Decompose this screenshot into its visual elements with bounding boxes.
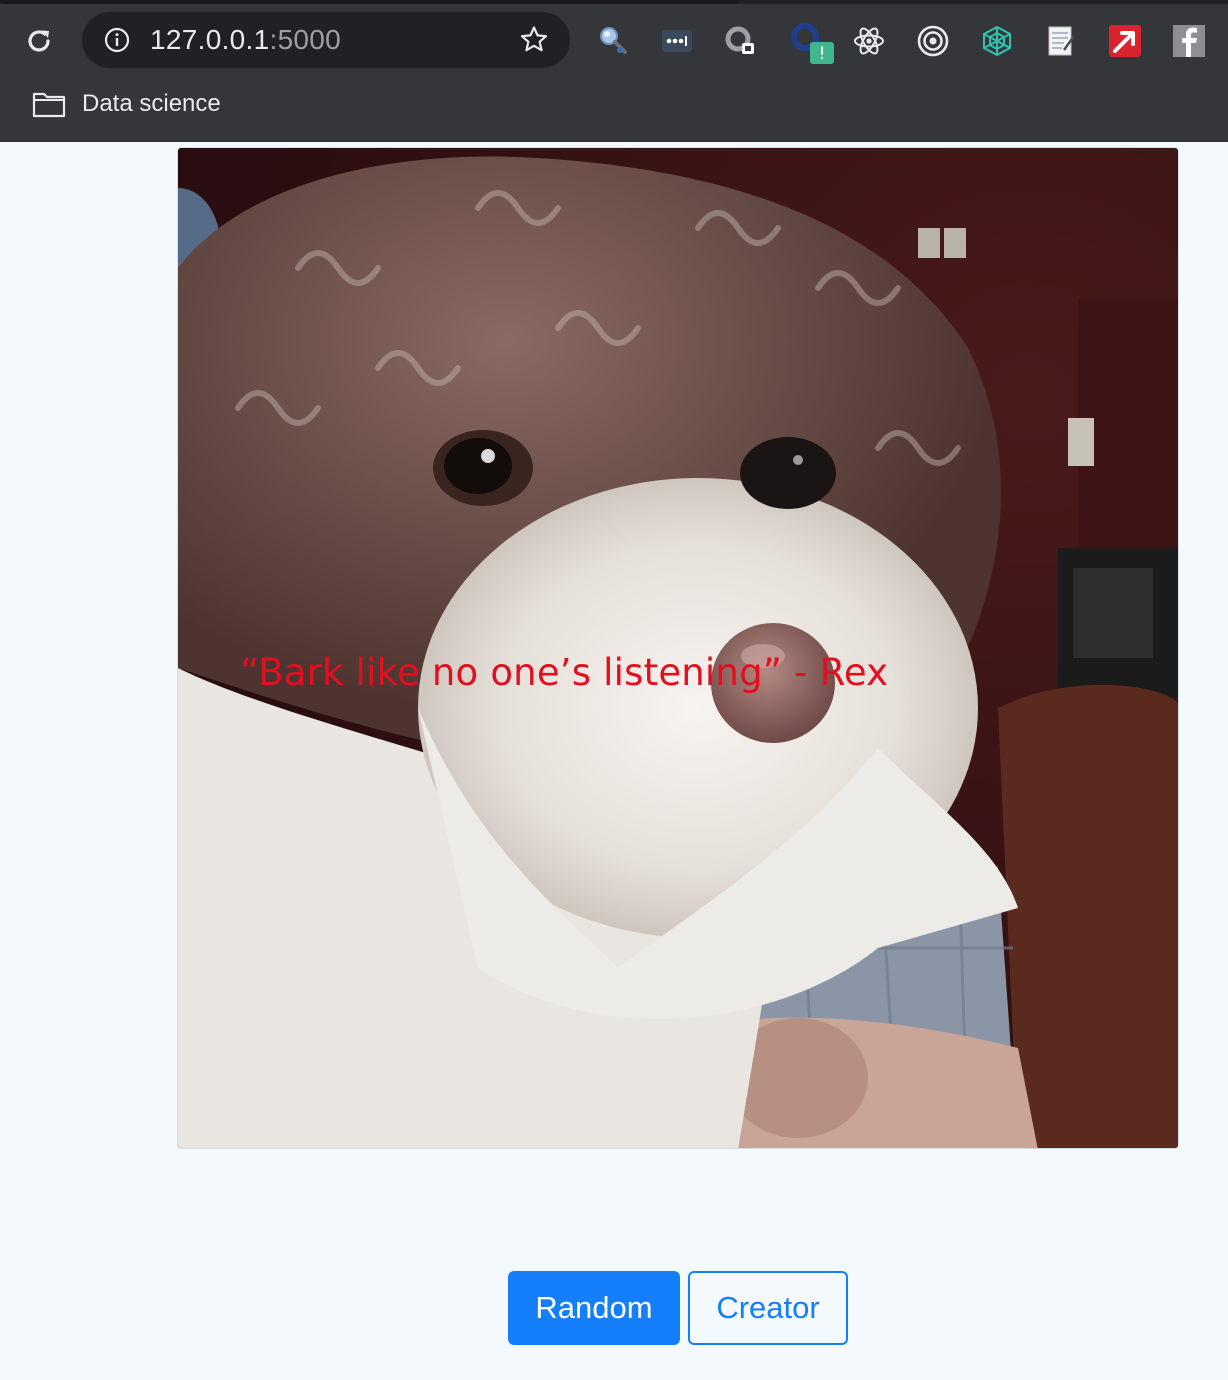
extension-badge-text: ! (818, 43, 825, 64)
web-extension-icon[interactable] (980, 24, 1014, 58)
react-devtools-icon[interactable] (852, 24, 886, 58)
active-tab-edge (0, 0, 740, 4)
bookmark-label: Data science (82, 90, 221, 117)
bookmarks-bar: Data science (0, 80, 1228, 128)
screen-capture-extension-icon[interactable] (724, 24, 758, 58)
url-host: 127.0.0.1 (150, 24, 270, 55)
magnifier-extension-icon[interactable] (596, 24, 630, 58)
tab-strip (0, 0, 1228, 4)
bookmark-folder-data-science[interactable]: Data science (32, 88, 221, 120)
facebook-extension-icon[interactable] (1172, 24, 1206, 58)
red-arrow-extension-icon[interactable] (1108, 24, 1142, 58)
creator-button[interactable]: Creator (688, 1271, 848, 1345)
quote-caption: “Bark like no one’s listening” - Rex (240, 651, 889, 694)
target-circle-icon[interactable] (916, 24, 950, 58)
url-text[interactable]: 127.0.0.1:5000 (150, 26, 341, 54)
password-dots-extension-icon[interactable] (660, 24, 694, 58)
site-info-icon[interactable] (104, 27, 130, 53)
notepad-extension-icon[interactable] (1044, 24, 1078, 58)
bookmark-star-icon[interactable] (518, 24, 550, 56)
folder-icon (32, 92, 66, 118)
address-bar[interactable]: 127.0.0.1:5000 (82, 12, 570, 68)
url-port: :5000 (269, 24, 342, 55)
random-button[interactable]: Random (508, 1271, 680, 1345)
browser-toolbar: 127.0.0.1:5000 ! Data science (0, 0, 1228, 142)
reload-icon[interactable] (22, 24, 56, 58)
warning-badge-extension-icon[interactable]: ! (788, 23, 834, 64)
